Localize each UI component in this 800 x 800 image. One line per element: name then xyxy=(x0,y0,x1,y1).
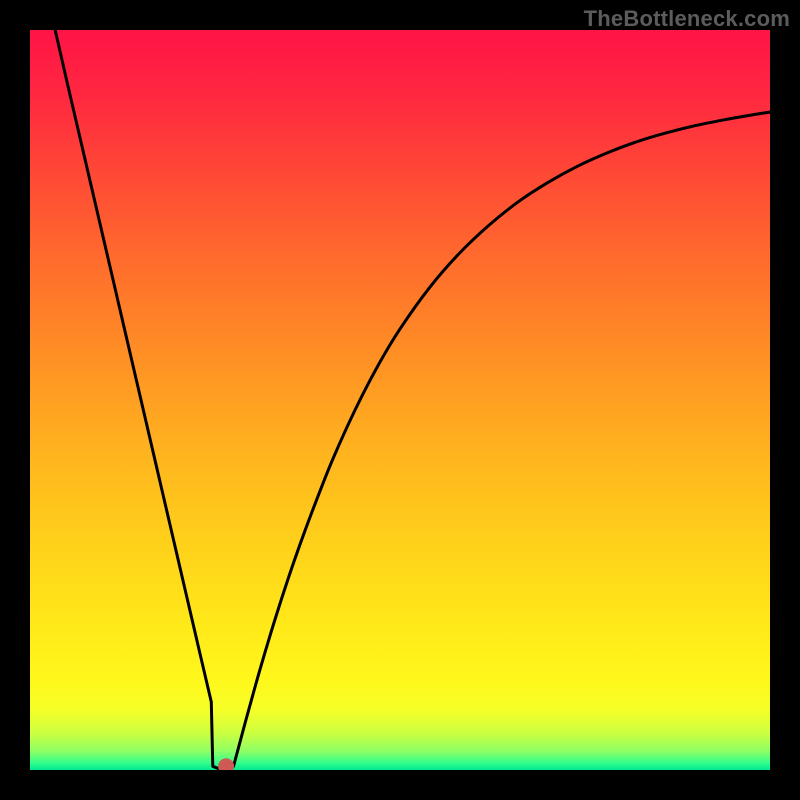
chart-frame: TheBottleneck.com xyxy=(0,0,800,800)
gradient-chart xyxy=(30,30,770,770)
watermark-text: TheBottleneck.com xyxy=(584,6,790,32)
plot-area xyxy=(30,30,770,770)
